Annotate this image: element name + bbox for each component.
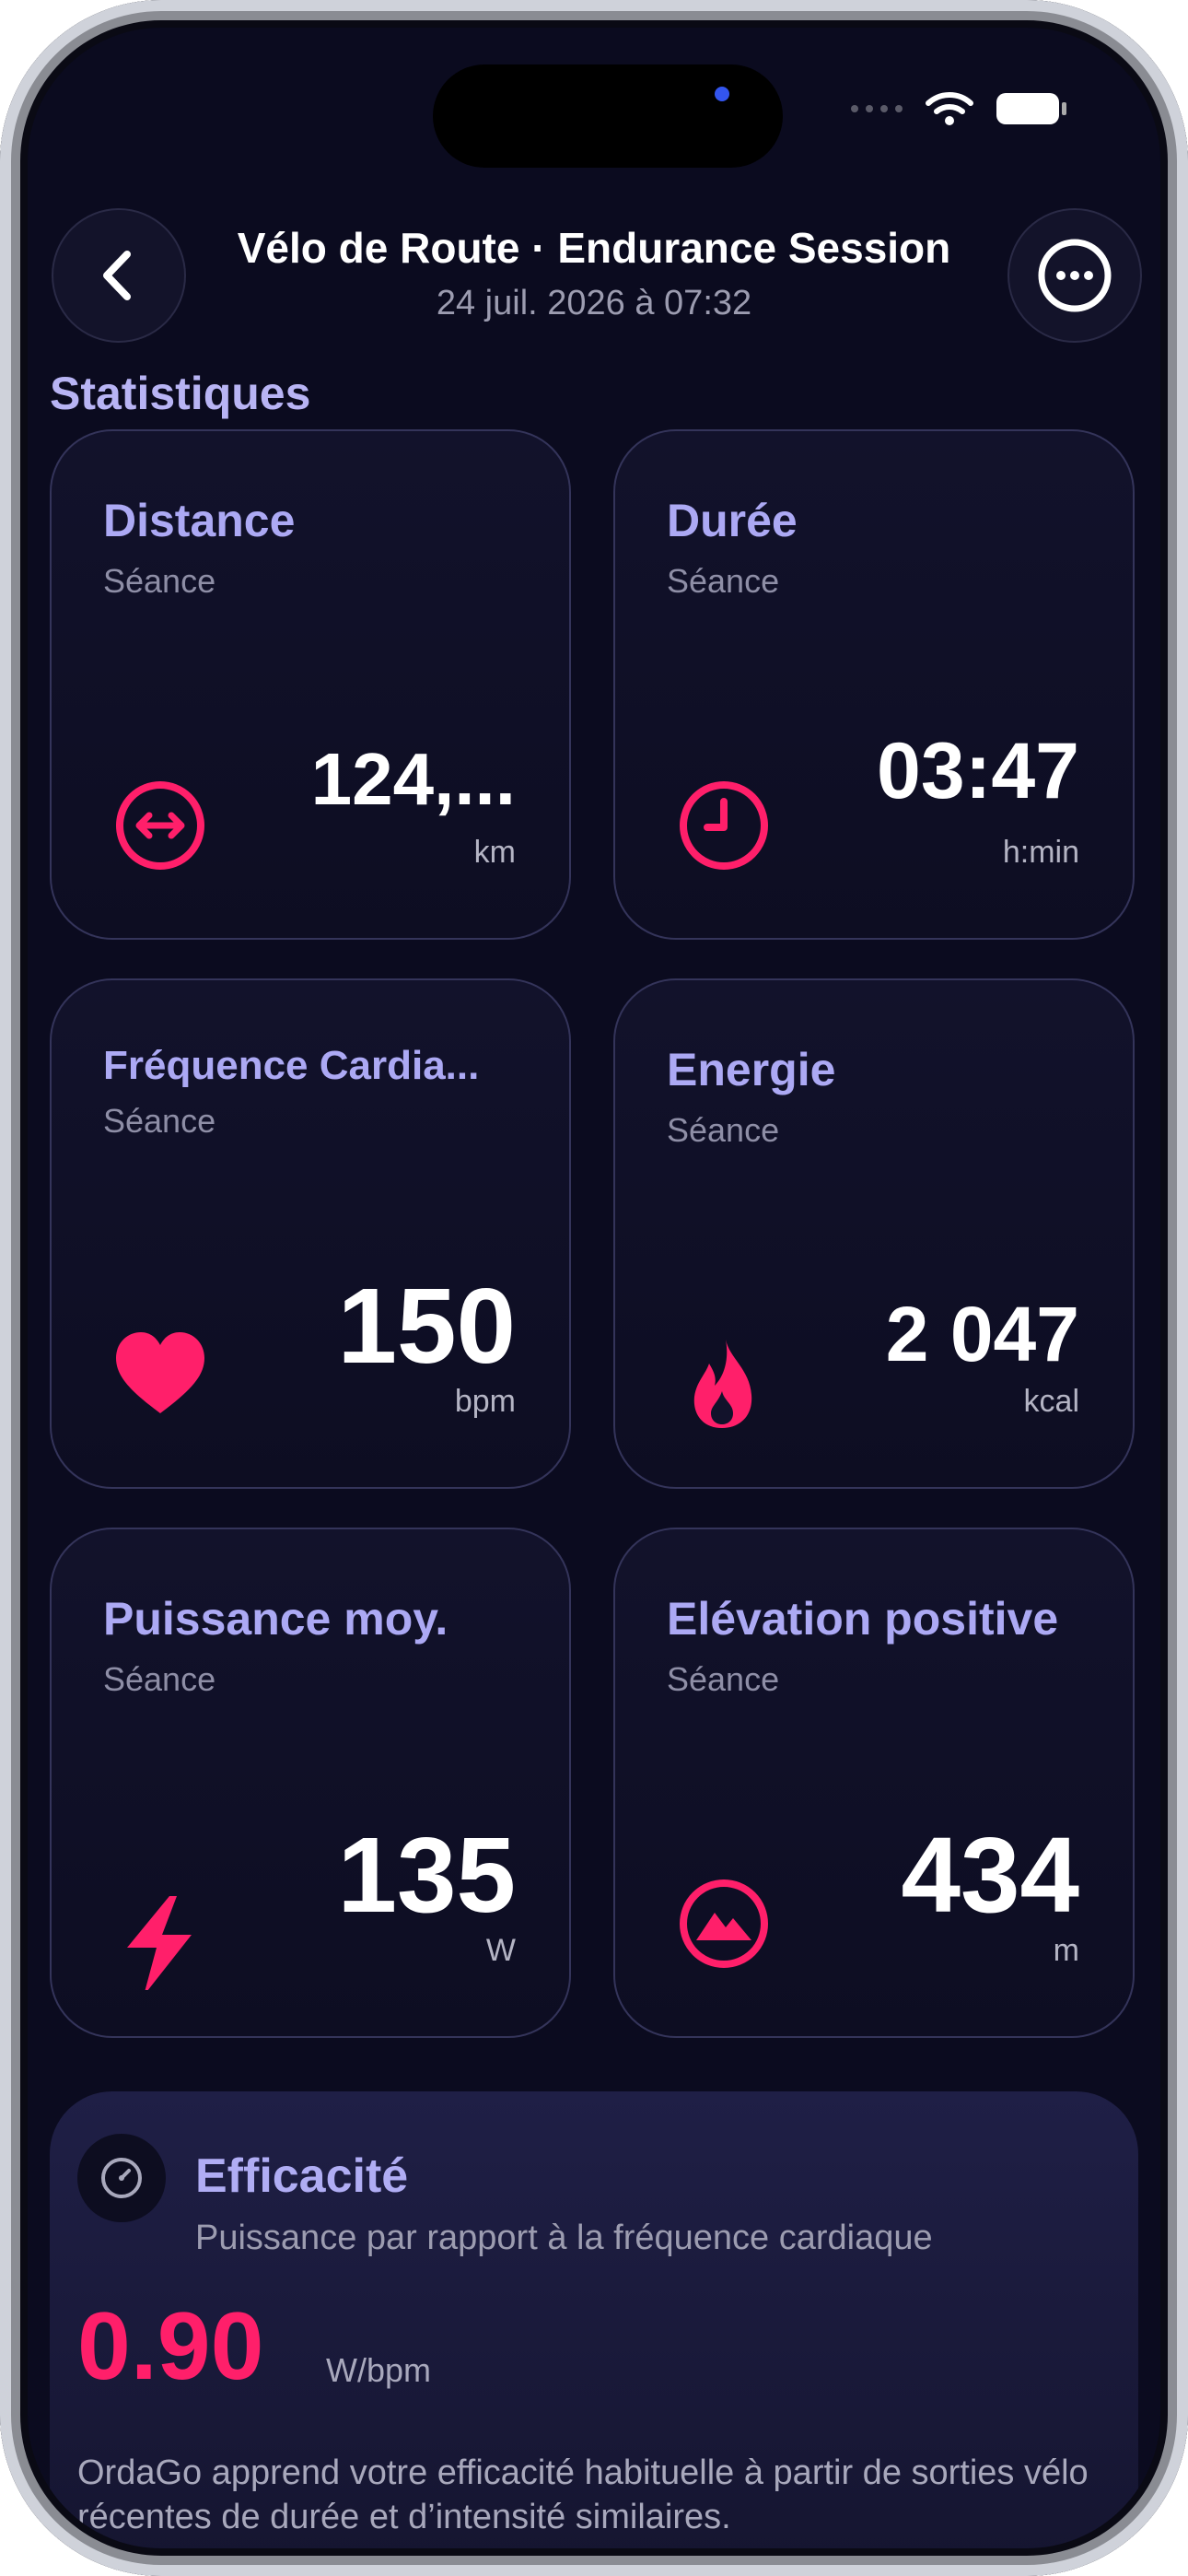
stat-card-label: Elévation positive [667,1593,1059,1645]
stat-card-label: Durée [667,495,798,546]
lightning-bolt-icon [127,1896,192,1990]
efficiency-title: Efficacité [195,2149,409,2203]
efficiency-note: OrdaGo apprend votre efficacité habituel… [77,2453,1089,2536]
wifi-icon [926,92,973,125]
arrows-left-right-icon [116,781,204,870]
stat-card-unit: W [485,1933,516,1968]
efficiency-value: 0.90 [77,2293,264,2400]
gauge-icon-wrapper [77,2134,166,2222]
gauge-icon [101,2158,142,2198]
stat-card-sublabel: Séance [103,1102,216,1140]
stat-card-value: 03:47 [877,727,1079,815]
stat-card-value: 124,... [310,738,516,820]
camera-dot [715,87,729,101]
stat-card-label: Fréquence Cardia... [103,1043,480,1088]
stat-card-label: Puissance moy. [103,1593,448,1645]
more-options-button[interactable] [1007,208,1142,343]
section-title: Statistiques [50,368,311,419]
efficiency-panel[interactable]: Efficacité Puissance par rapport à la fr… [50,2091,1138,2548]
stat-card-value: 150 [337,1266,516,1386]
stat-card-sublabel: Séance [667,1660,780,1698]
flame-icon [693,1340,752,1428]
stat-card-duration[interactable]: Durée Séance 03:47 h:min [613,429,1135,940]
stat-card-label: Distance [103,495,296,546]
cellular-signal-icon [851,105,903,112]
stat-card-unit: m [1053,1933,1079,1968]
stat-card-distance[interactable]: Distance Séance 124,... km [50,429,571,940]
stat-card-sublabel: Séance [667,1111,780,1149]
efficiency-unit: W/bpm [326,2351,432,2389]
battery-icon [996,93,1066,124]
navigation-bar: Vélo de Route · Endurance Session 24 jui… [28,166,1160,359]
stat-card-unit: kcal [1023,1384,1079,1419]
page-title: Vélo de Route · Endurance Session [237,224,951,272]
stat-card-value: 2 047 [885,1291,1079,1377]
clock-icon [680,781,768,870]
stat-card-value: 135 [337,1815,516,1935]
stat-card-unit: km [473,835,516,870]
heart-icon [116,1332,204,1413]
stat-card-value: 434 [901,1815,1079,1935]
stat-card-energy[interactable]: Energie Séance 2 047 kcal [613,978,1135,1489]
stat-card-sublabel: Séance [667,562,780,600]
stat-card-label: Energie [667,1044,836,1095]
stat-card-heart-rate[interactable]: Fréquence Cardia... Séance 150 bpm [50,978,571,1489]
mountain-icon [680,1879,768,1968]
phone-frame: Vélo de Route · Endurance Session 24 jui… [0,0,1188,2576]
stat-card-average-power[interactable]: Puissance moy. Séance 135 W [50,1528,571,2038]
app-screen: Vélo de Route · Endurance Session 24 jui… [28,28,1160,2548]
efficiency-description: Puissance par rapport à la fréquence car… [195,2219,933,2257]
stat-card-unit: h:min [1002,835,1079,870]
ellipsis-circle-icon [1038,239,1112,312]
stat-card-unit: bpm [454,1384,516,1419]
stat-card-sublabel: Séance [103,1660,216,1698]
stat-card-sublabel: Séance [103,562,216,600]
status-bar [851,90,1066,127]
stat-card-elevation-gain[interactable]: Elévation positive Séance 434 m [613,1528,1135,2038]
dynamic-island [433,64,783,168]
page-subtitle: 24 juil. 2026 à 07:32 [436,284,752,322]
